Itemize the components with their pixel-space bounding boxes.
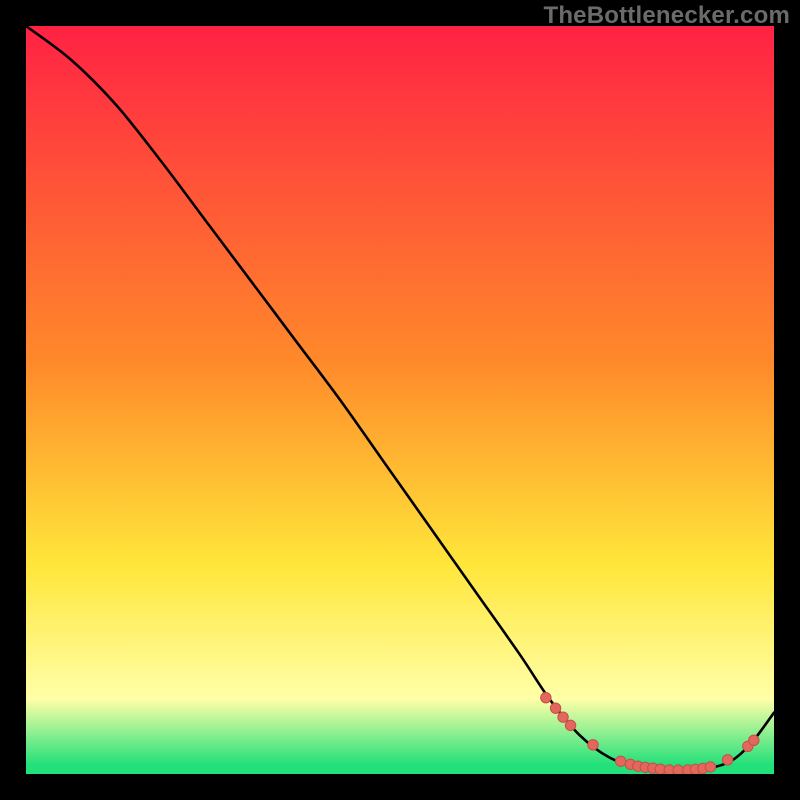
data-marker — [673, 765, 683, 774]
data-marker — [722, 755, 732, 765]
data-marker — [565, 720, 575, 730]
chart-svg — [26, 26, 774, 774]
data-marker — [588, 740, 598, 750]
chart-frame: TheBottlenecker.com — [0, 0, 800, 800]
watermark-text: TheBottlenecker.com — [543, 2, 790, 30]
data-marker — [749, 735, 759, 745]
data-marker — [541, 693, 551, 703]
data-marker — [550, 703, 560, 713]
data-marker — [558, 712, 568, 722]
gradient-background — [26, 26, 774, 774]
data-marker — [705, 762, 715, 772]
data-marker — [615, 756, 625, 766]
plot-area — [26, 26, 774, 774]
